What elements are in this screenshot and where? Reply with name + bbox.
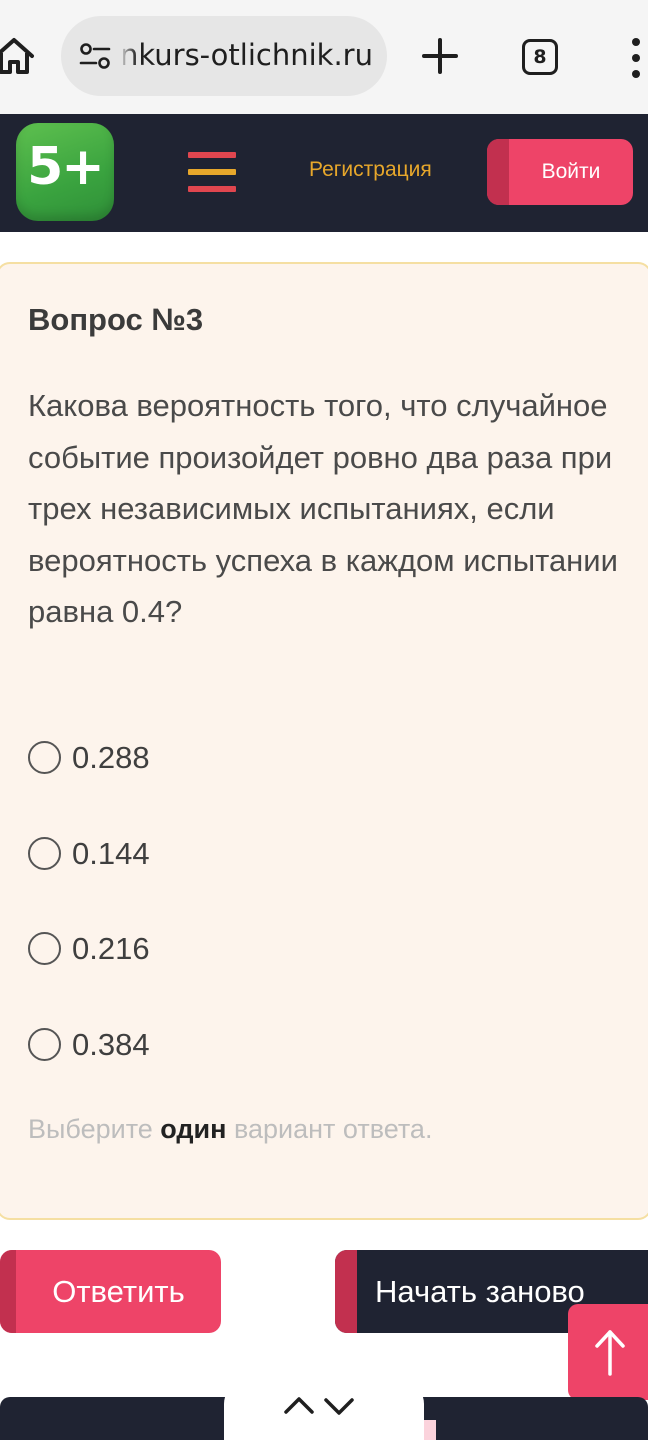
restart-button-accent bbox=[335, 1250, 357, 1333]
more-vert-icon[interactable] bbox=[626, 36, 646, 80]
radio-button[interactable] bbox=[28, 932, 61, 965]
logo-text: 5+ bbox=[27, 137, 105, 197]
answer-option-label: 0.384 bbox=[72, 1027, 150, 1062]
page-nav-pill bbox=[224, 1380, 424, 1440]
hint-text-start: Выберите bbox=[28, 1114, 161, 1144]
chevron-up-icon[interactable] bbox=[282, 1394, 316, 1418]
answer-option[interactable]: 0.288 bbox=[28, 738, 328, 778]
site-logo[interactable]: 5+ bbox=[16, 123, 114, 221]
address-bar[interactable]: konkurs-otlichnik.ru bbox=[61, 16, 387, 96]
radio-button[interactable] bbox=[28, 741, 61, 774]
login-button-accent bbox=[487, 139, 509, 205]
radio-button[interactable] bbox=[28, 837, 61, 870]
question-text: Какова вероятность того, что случайное с… bbox=[28, 388, 618, 629]
scroll-to-top-button[interactable] bbox=[568, 1304, 648, 1400]
answer-option[interactable]: 0.384 bbox=[28, 1025, 328, 1065]
register-link[interactable]: Регистрация bbox=[309, 158, 432, 182]
chevron-down-icon[interactable] bbox=[322, 1394, 356, 1418]
login-button[interactable]: Войти bbox=[487, 139, 633, 205]
question-card: Вопрос №3 Какова вероятность того, что с… bbox=[0, 262, 648, 1220]
url-fade bbox=[119, 30, 137, 80]
hint-emphasis: один bbox=[160, 1114, 227, 1144]
site-header: 5+ Регистрация Войти bbox=[0, 114, 648, 232]
hint-text-end: вариант ответа. bbox=[226, 1114, 433, 1144]
question-title: Вопрос №3 bbox=[28, 302, 204, 337]
answer-option-label: 0.144 bbox=[72, 836, 150, 871]
restart-button-label: Начать заново bbox=[375, 1274, 585, 1309]
plus-icon[interactable] bbox=[420, 36, 460, 76]
radio-button[interactable] bbox=[28, 1028, 61, 1061]
tab-switcher-icon[interactable]: 8 bbox=[522, 39, 558, 75]
url-text: konkurs-otlichnik.ru bbox=[123, 38, 373, 72]
login-button-label: Войти bbox=[541, 160, 601, 183]
home-icon[interactable] bbox=[0, 34, 36, 78]
answer-button-label: Ответить bbox=[52, 1274, 185, 1309]
arrow-up-icon bbox=[595, 1330, 625, 1376]
answer-button[interactable]: Ответить bbox=[0, 1250, 221, 1333]
answer-option-label: 0.216 bbox=[72, 931, 150, 966]
browser-toolbar: konkurs-otlichnik.ru 8 bbox=[0, 0, 648, 114]
answer-option[interactable]: 0.144 bbox=[28, 834, 328, 874]
answer-option[interactable]: 0.216 bbox=[28, 929, 328, 969]
tune-icon[interactable] bbox=[79, 42, 111, 70]
answer-hint: Выберите один вариант ответа. bbox=[28, 1114, 432, 1145]
hamburger-icon[interactable] bbox=[188, 152, 236, 192]
answer-option-label: 0.288 bbox=[72, 740, 150, 775]
answer-button-accent bbox=[0, 1250, 16, 1333]
